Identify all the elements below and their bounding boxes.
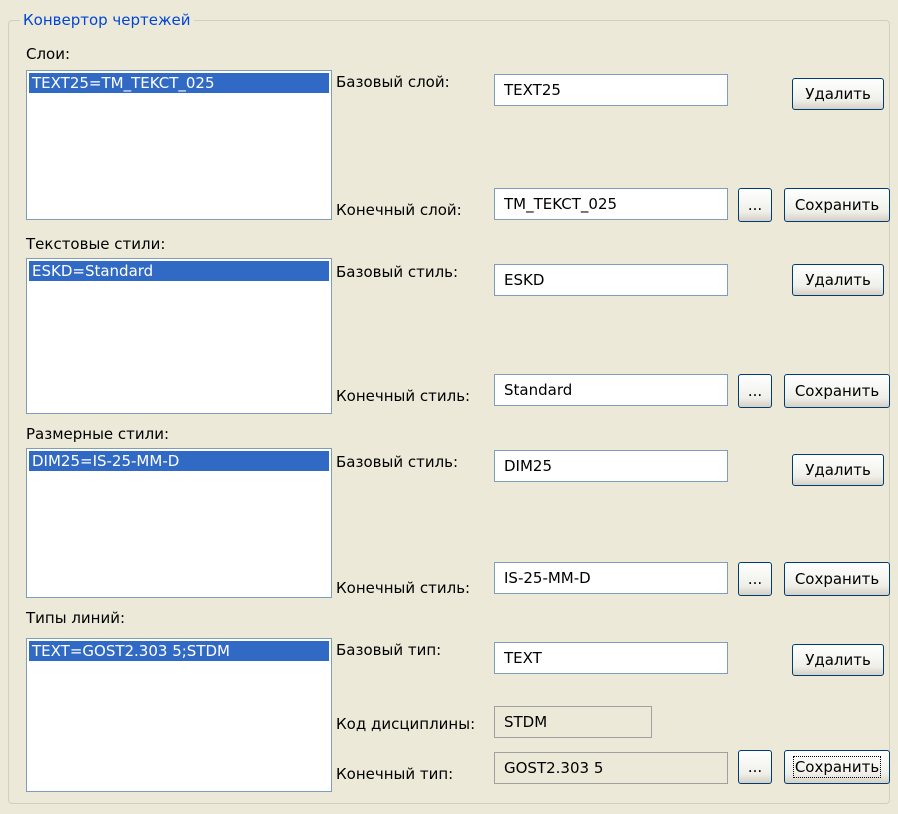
browse-dim-style-button[interactable]: ... <box>738 562 772 596</box>
save-layer-button[interactable]: Сохранить <box>784 188 890 222</box>
delete-dim-style-button[interactable]: Удалить <box>792 454 884 486</box>
base-dim-style-label: Базовый стиль: <box>336 453 459 471</box>
list-item[interactable]: TEXT=GOST2.303 5;STDM <box>29 641 329 661</box>
line-types-section-title: Типы линий: <box>26 609 126 627</box>
layers-section-title: Слои: <box>26 45 71 63</box>
base-layer-label: Базовый слой: <box>336 73 450 91</box>
base-line-type-input[interactable] <box>494 642 728 674</box>
target-layer-label: Конечный слой: <box>336 201 462 219</box>
target-dim-style-label: Конечный стиль: <box>336 579 471 597</box>
save-line-type-button[interactable]: Сохранить <box>784 750 890 784</box>
browse-layer-button[interactable]: ... <box>738 188 772 222</box>
save-dim-style-button[interactable]: Сохранить <box>784 562 890 596</box>
discipline-code-label: Код дисциплины: <box>336 715 476 733</box>
base-line-type-label: Базовый тип: <box>336 641 442 659</box>
dim-styles-section-title: Размерные стили: <box>26 425 170 443</box>
text-styles-section-title: Текстовые стили: <box>26 235 166 253</box>
target-dim-style-input[interactable] <box>494 562 728 594</box>
delete-layer-button[interactable]: Удалить <box>792 78 884 110</box>
base-dim-style-input[interactable] <box>494 450 728 482</box>
target-text-style-label: Конечный стиль: <box>336 387 471 405</box>
target-line-type-input <box>494 752 728 784</box>
group-title: Конвертор чертежей <box>20 10 194 30</box>
layers-listbox[interactable]: TEXT25=TM_TEKCT_025 <box>26 70 332 220</box>
base-text-style-input[interactable] <box>494 264 728 296</box>
list-item[interactable]: DIM25=IS-25-MM-D <box>29 451 329 471</box>
line-types-listbox[interactable]: TEXT=GOST2.303 5;STDM <box>26 638 332 792</box>
list-item[interactable]: ESKD=Standard <box>29 261 329 281</box>
target-text-style-input[interactable] <box>494 374 728 406</box>
delete-line-type-button[interactable]: Удалить <box>792 644 884 676</box>
delete-text-style-button[interactable]: Удалить <box>792 264 884 296</box>
text-styles-listbox[interactable]: ESKD=Standard <box>26 258 332 414</box>
discipline-code-input <box>494 706 652 738</box>
save-text-style-button[interactable]: Сохранить <box>784 374 890 408</box>
list-item[interactable]: TEXT25=TM_TEKCT_025 <box>29 73 329 93</box>
base-text-style-label: Базовый стиль: <box>336 263 459 281</box>
base-layer-input[interactable] <box>494 74 728 106</box>
browse-line-type-button[interactable]: ... <box>738 750 772 784</box>
dim-styles-listbox[interactable]: DIM25=IS-25-MM-D <box>26 448 332 598</box>
browse-text-style-button[interactable]: ... <box>738 374 772 408</box>
target-line-type-label: Конечный тип: <box>336 765 454 783</box>
target-layer-input[interactable] <box>494 188 728 220</box>
